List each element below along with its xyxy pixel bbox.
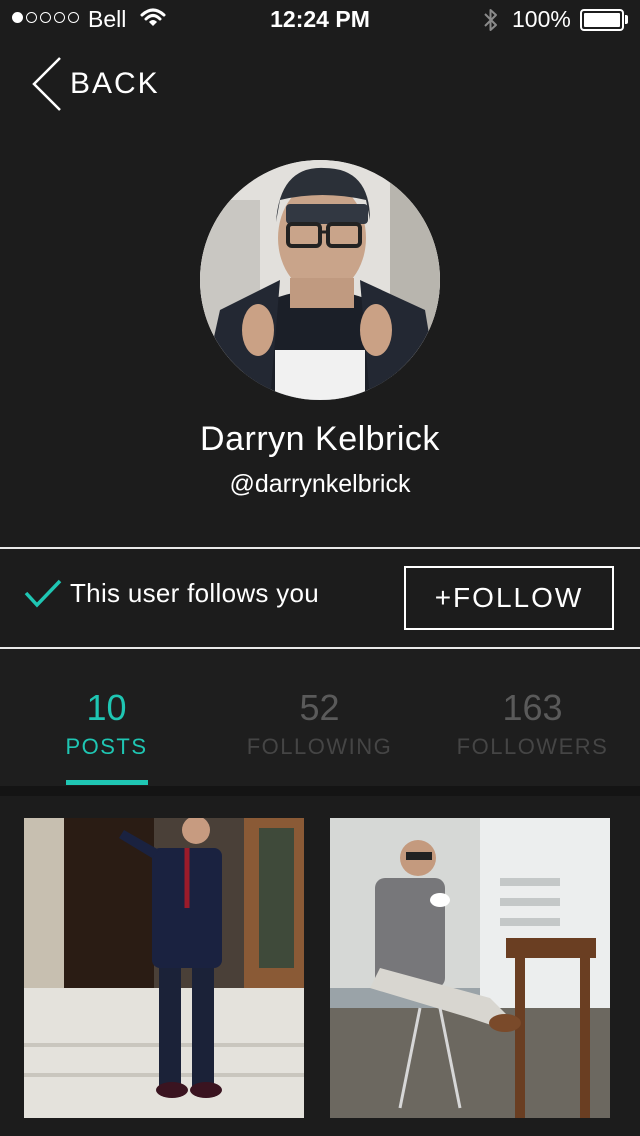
followers-count: 163 (502, 687, 563, 728)
battery-tip (625, 15, 628, 24)
stats-separator (0, 786, 640, 796)
tab-following[interactable]: 52 FOLLOWING (213, 686, 426, 760)
tab-followers[interactable]: 163 FOLLOWERS (426, 686, 639, 760)
battery-percentage: 100% (512, 6, 571, 32)
posts-label: POSTS (65, 734, 148, 759)
back-label: BACK (70, 67, 160, 100)
post-thumbnail[interactable] (24, 818, 304, 1118)
avatar (200, 160, 440, 400)
post-thumbnail[interactable] (330, 818, 610, 1118)
follow-button[interactable]: +FOLLOW (404, 566, 614, 630)
photo-man-in-grey-blazer-at-cafe (330, 818, 610, 1118)
divider-top (0, 547, 640, 549)
active-tab-indicator (66, 780, 148, 785)
following-count: 52 (299, 687, 340, 728)
tab-posts[interactable]: 10 POSTS (0, 686, 213, 760)
follows-you-text: This user follows you (70, 578, 320, 608)
checkmark-icon (24, 579, 62, 608)
followers-label: FOLLOWERS (456, 734, 609, 759)
profile-name: Darryn Kelbrick (200, 420, 440, 458)
status-bar: Bell 12:24 PM 100% (0, 0, 640, 40)
battery-icon (580, 9, 624, 31)
photo-man-in-navy-military-jacket (24, 818, 304, 1118)
bluetooth-icon (484, 9, 497, 31)
following-label: FOLLOWING (246, 734, 393, 759)
divider-bottom (0, 647, 640, 649)
stats-tabs: 10 POSTS 52 FOLLOWING 163 FOLLOWERS (0, 650, 640, 786)
back-button[interactable]: BACK (30, 56, 160, 112)
profile-handle: @darrynkelbrick (229, 470, 411, 498)
follows-you-indicator: This user follows you (24, 578, 319, 609)
posts-count: 10 (86, 687, 127, 728)
chevron-left-icon (32, 57, 61, 111)
